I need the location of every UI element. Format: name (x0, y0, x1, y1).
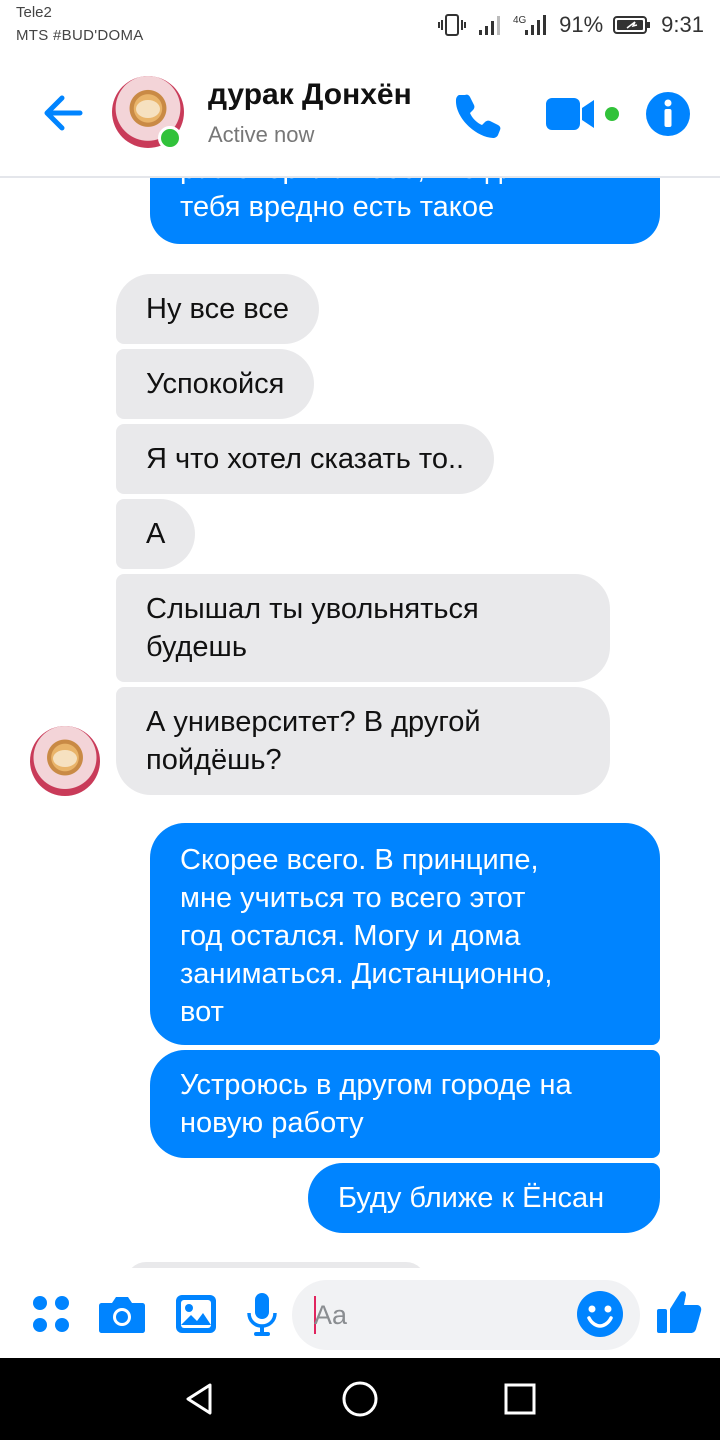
status-bar: Tele2 MTS #BUD'DOMA 4G 91% 9:31 (0, 0, 720, 52)
voice-call-button[interactable] (448, 86, 508, 142)
contact-name[interactable]: дурак Донхён (208, 78, 412, 112)
message-bubble-outgoing[interactable]: Скорее всего. В принципе, мне учиться то… (150, 823, 660, 1045)
nav-back-button[interactable] (170, 1374, 230, 1424)
message-composer (0, 1268, 720, 1358)
clock: 9:31 (661, 12, 704, 37)
online-indicator (158, 126, 182, 150)
status-icons: 4G 91% 9:31 (437, 10, 704, 40)
microphone-icon (247, 1293, 277, 1336)
message-bubble-outgoing[interactable]: Устроюсь в другом городе на новую работу (150, 1050, 660, 1158)
more-actions-button[interactable] (26, 1288, 76, 1340)
svg-text:4G: 4G (513, 15, 527, 26)
message-input[interactable] (314, 1290, 564, 1340)
message-bubble-outgoing[interactable]: разговорила тебе, что для тебя вредно ес… (150, 178, 660, 244)
camera-button[interactable] (96, 1288, 148, 1340)
message-bubble-incoming[interactable]: А университет? В другой пойдёшь? (116, 687, 610, 795)
signal-icon (477, 14, 503, 36)
carrier-name: Tele2 (16, 4, 52, 21)
recents-square-icon (504, 1383, 536, 1415)
vibrate-icon (437, 13, 467, 37)
4g-signal-icon: 4G (513, 13, 549, 37)
active-status: Active now (208, 122, 315, 147)
back-arrow-icon (44, 95, 83, 131)
battery-percent: 91% (559, 12, 604, 37)
message-bubble-incoming[interactable]: Успокойся (116, 349, 315, 419)
info-icon (646, 92, 690, 136)
gallery-button[interactable] (172, 1288, 220, 1340)
battery-icon (613, 14, 651, 36)
like-button[interactable] (654, 1286, 706, 1338)
thumbs-up-icon (657, 1291, 702, 1333)
conversation-info-button[interactable] (644, 86, 692, 142)
message-bubble-incoming[interactable]: А (116, 499, 196, 569)
voice-message-button[interactable] (242, 1288, 282, 1340)
message-bubble-outgoing[interactable]: Буду ближе к Ёнсан (308, 1163, 660, 1233)
gallery-icon (176, 1295, 216, 1333)
home-circle-icon (342, 1381, 378, 1417)
system-navigation-bar (0, 1358, 720, 1440)
carrier-secondary: MTS #BUD'DOMA (16, 27, 144, 44)
video-camera-icon (546, 98, 619, 130)
video-call-button[interactable] (544, 86, 624, 142)
nav-recents-button[interactable] (490, 1374, 550, 1424)
sender-avatar[interactable] (30, 726, 100, 796)
phone-icon (455, 94, 501, 138)
nav-home-button[interactable] (330, 1374, 390, 1424)
emoji-icon (577, 1291, 623, 1337)
message-thread[interactable]: разговорила тебе, что для тебя вредно ес… (0, 178, 720, 1268)
back-button[interactable] (38, 88, 88, 138)
camera-icon (99, 1297, 145, 1333)
more-apps-icon (33, 1296, 69, 1332)
back-triangle-icon (186, 1383, 212, 1415)
message-bubble-incoming[interactable]: Ну все все (116, 274, 319, 344)
emoji-button[interactable] (576, 1290, 624, 1338)
message-bubble-incoming[interactable]: Я что хотел сказать то.. (116, 424, 495, 494)
conversation-header: дурак Донхён Active now (0, 52, 720, 178)
message-bubble-incoming[interactable]: Слышал ты увольняться будешь (116, 574, 610, 682)
